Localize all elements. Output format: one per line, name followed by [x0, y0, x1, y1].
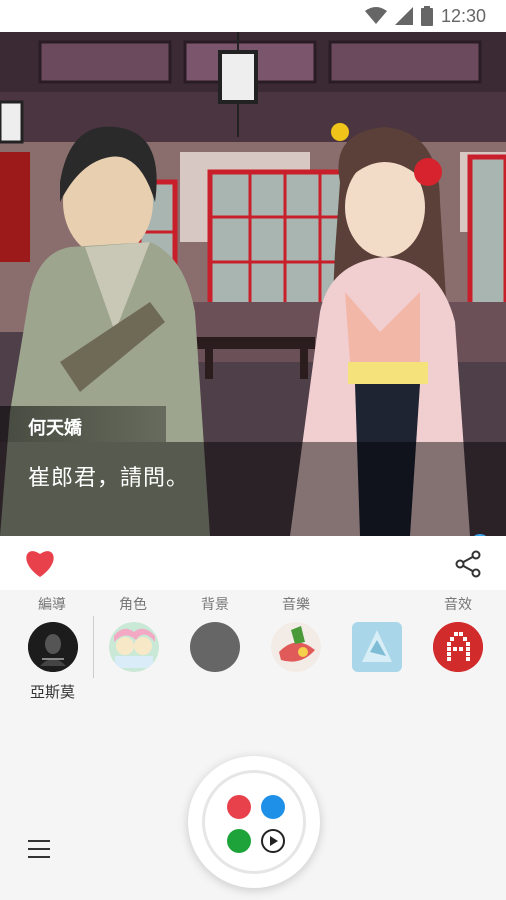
background-thumbnail[interactable] [190, 622, 240, 672]
characters-image [109, 622, 159, 672]
create-play-button-ring [202, 770, 306, 874]
label-background: 背景 [201, 597, 229, 613]
label-sound-effect: 音效 [444, 597, 472, 613]
category-divider [93, 616, 94, 678]
director-avatar[interactable] [28, 622, 78, 672]
green-dot-icon [227, 829, 251, 853]
director-avatar-image [28, 622, 78, 672]
share-icon[interactable] [454, 550, 482, 578]
music-thumbnail[interactable] [271, 622, 321, 672]
sound-effect-thumbnail[interactable] [433, 622, 483, 672]
speaker-name-box: 何天嬌 [0, 406, 166, 442]
wifi-icon [364, 7, 387, 24]
dialog-text: 崔郎君，請問。 [28, 466, 190, 491]
battery-icon [420, 6, 433, 26]
speaker-name: 何天嬌 [28, 418, 82, 439]
status-bar: 12:30 [0, 0, 506, 32]
music-image [271, 622, 321, 672]
red-dot-icon [227, 795, 251, 819]
music-thumbnail-2[interactable] [352, 622, 402, 672]
blue-dot-icon [261, 795, 285, 819]
hamburger-menu-icon[interactable] [28, 840, 50, 860]
sound-effect-image [433, 622, 483, 672]
action-bar [0, 536, 506, 590]
label-characters: 角色 [119, 597, 147, 613]
signal-icon [394, 7, 413, 25]
create-play-button[interactable] [188, 756, 320, 888]
clock: 12:30 [440, 5, 486, 26]
music-image-2 [352, 622, 402, 672]
dialog-box[interactable]: 崔郎君，請問。 [0, 442, 506, 536]
director-name: 亞斯莫 [30, 683, 76, 701]
label-music: 音樂 [282, 597, 310, 613]
label-director: 編導 [38, 597, 66, 613]
heart-icon[interactable] [24, 548, 56, 578]
characters-thumbnail[interactable] [109, 622, 159, 672]
story-scene[interactable]: 何天嬌 崔郎君，請問。 [0, 32, 506, 536]
play-icon [261, 829, 285, 853]
